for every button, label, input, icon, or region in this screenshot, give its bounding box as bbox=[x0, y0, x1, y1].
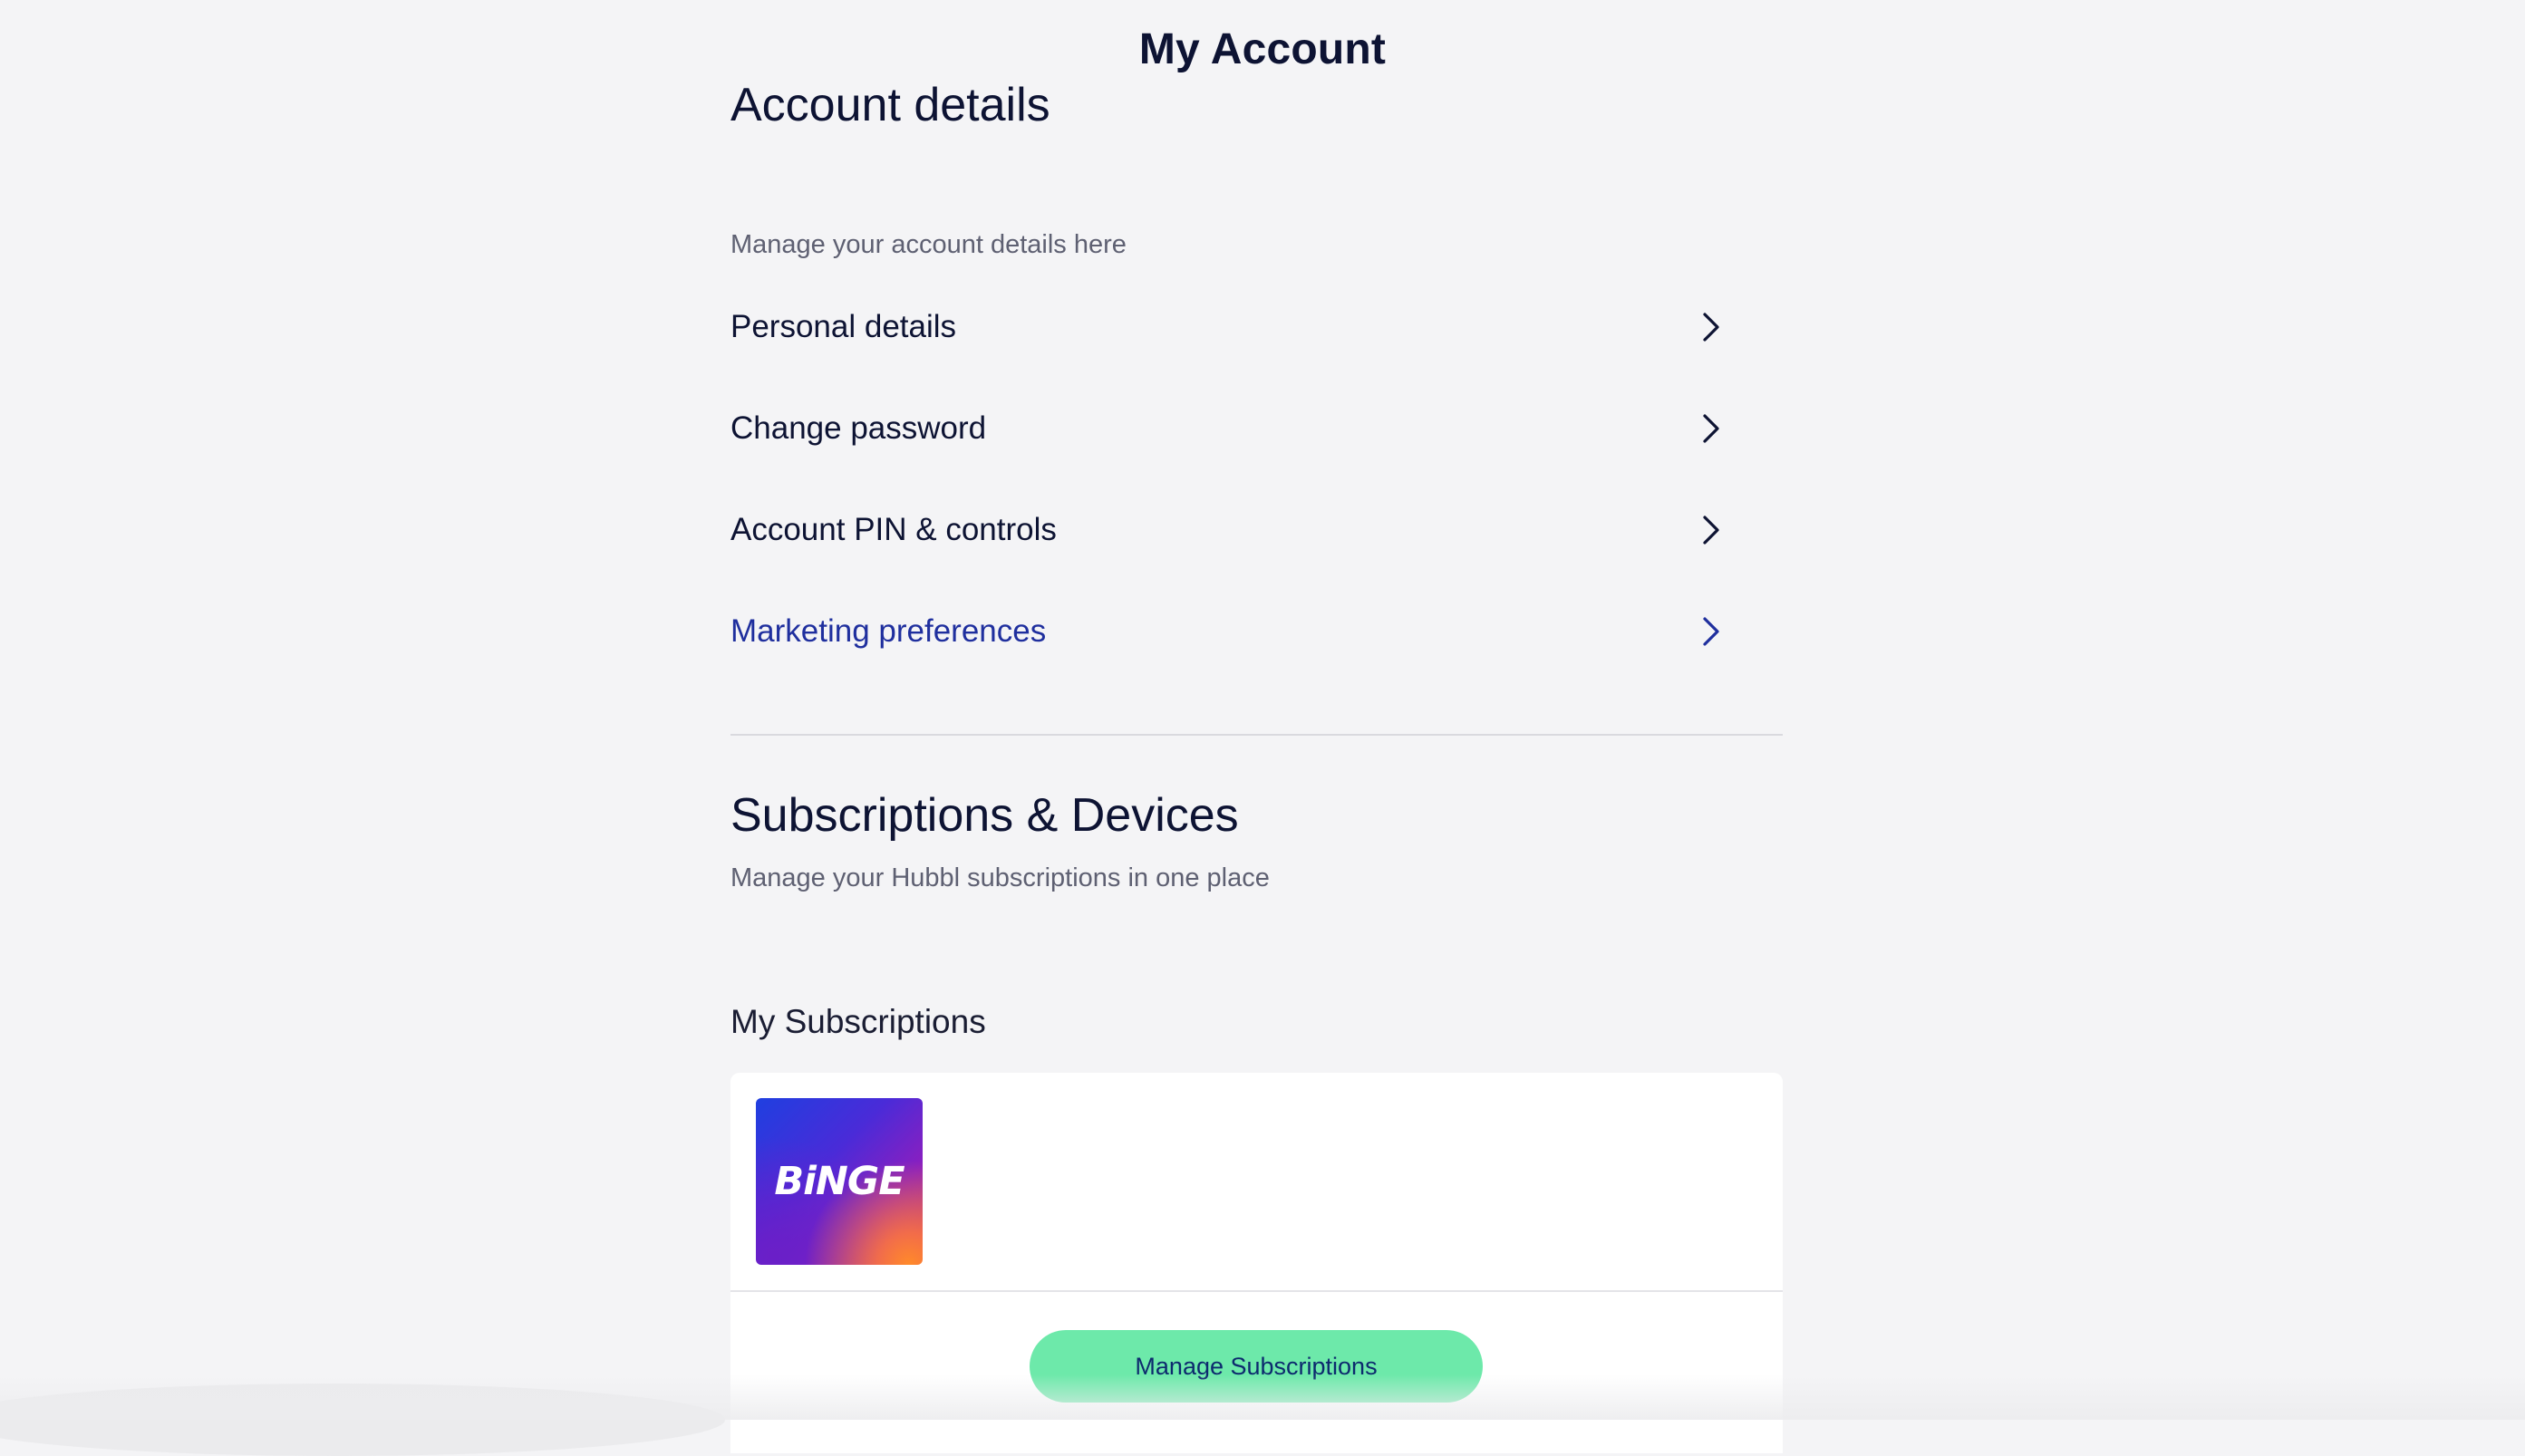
chevron-right-icon bbox=[1695, 615, 1727, 648]
binge-logo-text: BiNGE bbox=[774, 1159, 905, 1204]
chevron-right-icon bbox=[1695, 514, 1727, 546]
binge-logo[interactable]: BiNGE bbox=[756, 1098, 923, 1265]
nav-item-marketing-preferences[interactable]: Marketing preferences bbox=[730, 595, 1727, 668]
nav-item-change-password[interactable]: Change password bbox=[730, 392, 1727, 465]
my-subscriptions-label: My Subscriptions bbox=[730, 1003, 986, 1040]
nav-item-label: Marketing preferences bbox=[730, 613, 1047, 649]
account-details-heading: Account details bbox=[730, 79, 1050, 131]
nav-item-personal-details[interactable]: Personal details bbox=[730, 291, 1727, 363]
manage-subscriptions-button[interactable]: Manage Subscriptions bbox=[1030, 1330, 1483, 1403]
card-divider bbox=[730, 1290, 1783, 1292]
chevron-right-icon bbox=[1695, 311, 1727, 343]
subscription-list: BiNGE bbox=[730, 1073, 1783, 1290]
bottom-left-shadow bbox=[0, 1384, 725, 1456]
subscriptions-devices-subtitle: Manage your Hubbl subscriptions in one p… bbox=[730, 863, 1270, 892]
chevron-right-icon bbox=[1695, 412, 1727, 445]
nav-item-label: Personal details bbox=[730, 309, 957, 344]
section-divider bbox=[730, 734, 1783, 736]
account-details-subtitle: Manage your account details here bbox=[730, 230, 1127, 259]
subscriptions-card: BiNGE Manage Subscriptions bbox=[730, 1073, 1783, 1453]
subscriptions-devices-heading: Subscriptions & Devices bbox=[730, 789, 1239, 842]
nav-item-account-pin-controls[interactable]: Account PIN & controls bbox=[730, 494, 1727, 566]
nav-item-label: Change password bbox=[730, 410, 987, 446]
account-content: Account details Manage your account deta… bbox=[730, 0, 1783, 1453]
nav-item-label: Account PIN & controls bbox=[730, 512, 1057, 547]
